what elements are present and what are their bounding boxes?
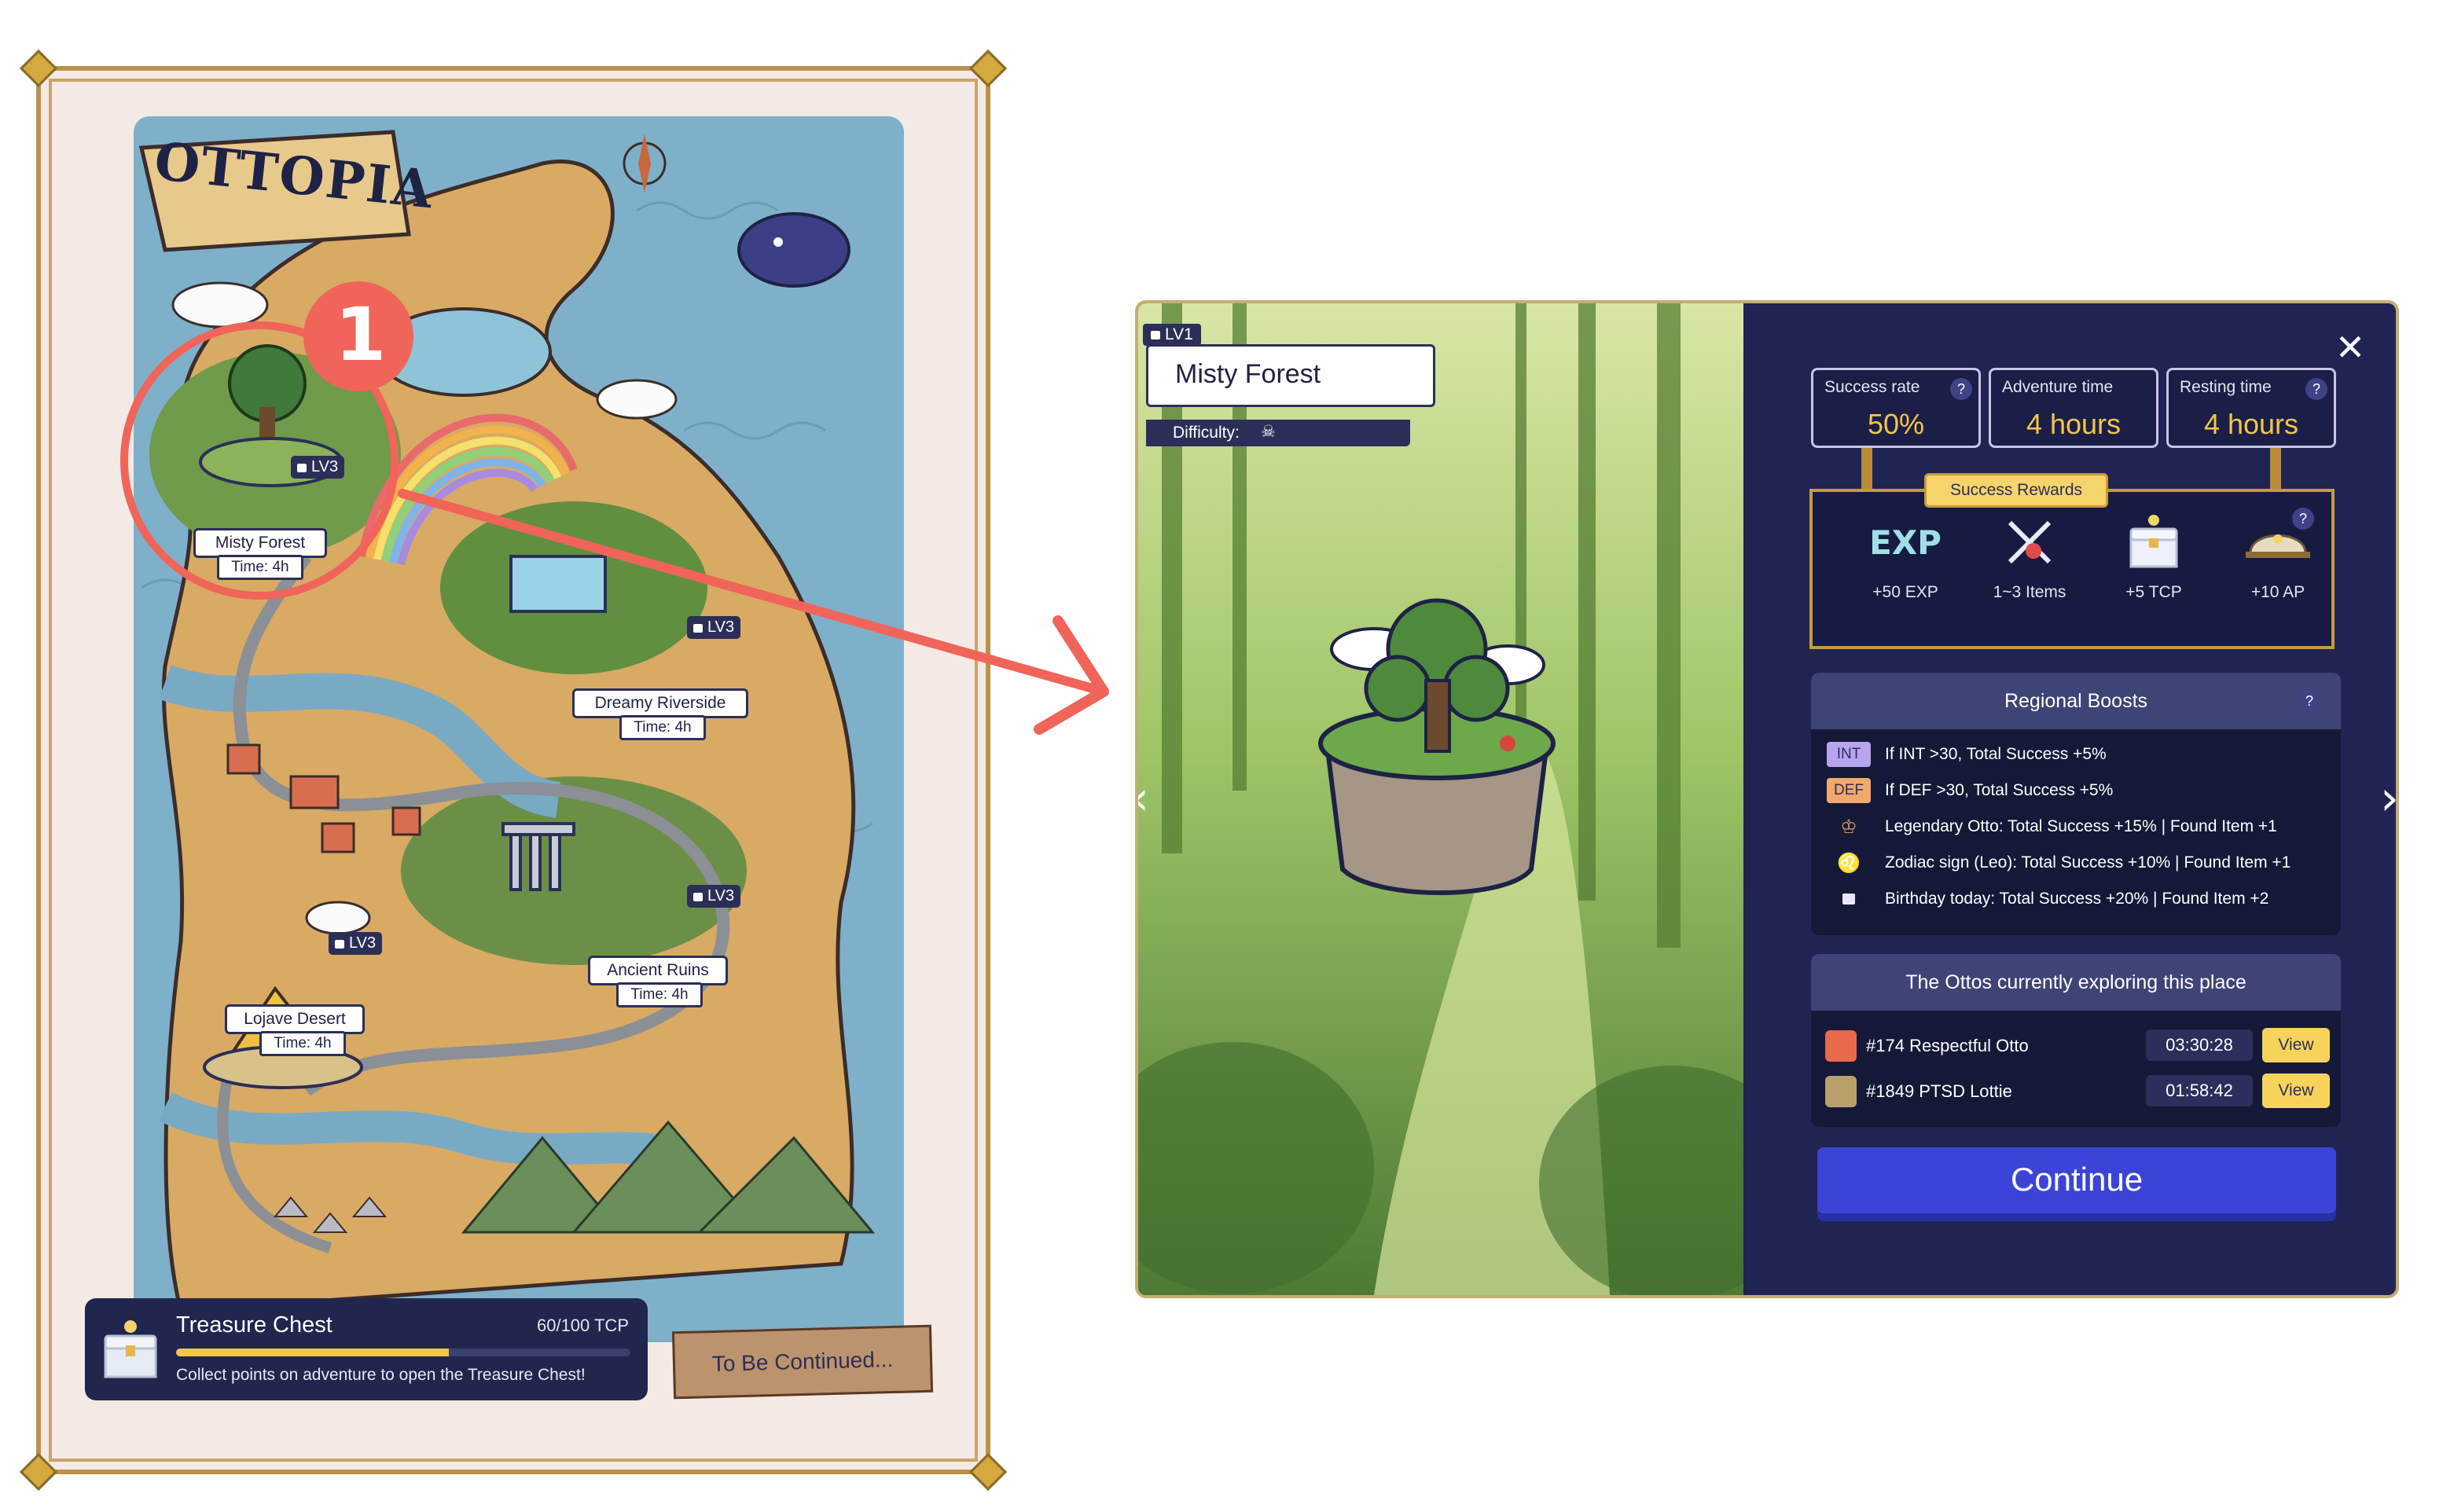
otto-timer: 01:58:42 xyxy=(2146,1075,2253,1106)
lock-icon xyxy=(1151,331,1160,339)
frame-corner-icon xyxy=(968,49,1008,88)
map-dreamy-riverside-level: LV3 xyxy=(687,616,741,639)
chest-icon xyxy=(2091,511,2217,574)
map-misty-forest-time: Time: 4h xyxy=(217,555,303,580)
help-icon[interactable]: ? xyxy=(1950,378,1972,400)
detail-level-badge: LV1 xyxy=(1143,324,1201,346)
treasure-title: Treasure Chest xyxy=(176,1312,332,1338)
stat-resting-time: Resting time ? 4 hours xyxy=(2166,368,2336,448)
close-button[interactable]: ✕ xyxy=(2335,329,2366,365)
reward-tcp: +5 TCP xyxy=(2091,511,2217,602)
regional-boosts-panel: Regional Boosts ? INT If INT >30, Total … xyxy=(1811,673,2341,935)
treasure-description: Collect points on adventure to open the … xyxy=(176,1366,586,1384)
stat-success-rate: Success rate ? 50% xyxy=(1811,368,1981,448)
reward-exp: EXP +50 EXP xyxy=(1842,511,1968,602)
boost-def: DEF If DEF >30, Total Success +5% xyxy=(1827,776,2113,805)
annotation-arrow-head xyxy=(1034,615,1109,735)
sword-icon xyxy=(1967,511,2092,574)
lock-icon xyxy=(693,893,703,901)
map-dreamy-riverside-time: Time: 4h xyxy=(619,715,706,740)
treasure-progress-fill xyxy=(176,1349,449,1356)
regional-boosts-title: Regional Boosts xyxy=(1811,673,2341,729)
int-tag: INT xyxy=(1827,742,1871,767)
treasure-chest-panel[interactable]: Treasure Chest 60/100 TCP Collect points… xyxy=(85,1298,648,1400)
prev-arrow-icon[interactable]: ‹ xyxy=(1138,775,1154,822)
skull-icon: ☠ xyxy=(1261,423,1276,441)
otto-row: #1849 PTSD Lottie 01:58:42 View xyxy=(1825,1072,2330,1111)
treasure-chest-icon xyxy=(104,1320,157,1378)
exp-icon: EXP xyxy=(1869,523,1942,562)
reward-items: 1~3 Items xyxy=(1967,511,2092,602)
success-rewards-tag: Success Rewards xyxy=(1924,473,2108,508)
map-location-lojave-desert[interactable]: Lojave Desert xyxy=(225,1004,365,1034)
difficulty-bar: Difficulty: ☠ xyxy=(1146,420,1410,446)
boost-birthday: Birthday today: Total Success +20% | Fou… xyxy=(1827,885,2268,913)
frame-corner-icon xyxy=(19,49,58,88)
ottos-exploring-title: The Ottos currently exploring this place xyxy=(1811,954,2341,1011)
otto-timer: 03:30:28 xyxy=(2146,1029,2253,1061)
reward-ap: +10 AP xyxy=(2215,511,2341,602)
boost-legendary: ♔ Legendary Otto: Total Success +15% | F… xyxy=(1827,813,2277,841)
map-location-ancient-ruins[interactable]: Ancient Ruins xyxy=(588,956,728,985)
detail-title-box: Misty Forest xyxy=(1146,344,1435,407)
boost-int: INT If INT >30, Total Success +5% xyxy=(1827,740,2107,769)
legendary-icon: ♔ xyxy=(1840,816,1857,838)
treasure-progress-bar xyxy=(176,1349,630,1356)
map-misty-forest-level: LV3 xyxy=(291,456,345,479)
def-tag: DEF xyxy=(1827,778,1871,803)
forest-scene-illustration xyxy=(1138,303,1743,1295)
rope-connector xyxy=(1861,448,1872,490)
detail-title: Misty Forest xyxy=(1175,359,1321,389)
otto-view-button[interactable]: View xyxy=(2262,1028,2330,1062)
stat-adventure-time: Adventure time 4 hours xyxy=(1989,368,2158,448)
birthday-cake-icon xyxy=(1827,886,1871,912)
to-be-continued-sign: To Be Continued... xyxy=(671,1324,934,1400)
otto-avatar xyxy=(1825,1030,1857,1062)
world-map xyxy=(134,116,904,1342)
frame-corner-icon xyxy=(968,1452,1008,1492)
zodiac-leo-icon: ♌ xyxy=(1837,852,1861,874)
frame-corner-icon xyxy=(19,1452,58,1492)
lock-icon xyxy=(693,624,703,633)
helmet-icon xyxy=(2215,511,2341,574)
otto-row: #174 Respectful Otto 03:30:28 View xyxy=(1825,1026,2330,1066)
help-icon[interactable]: ? xyxy=(2305,378,2327,400)
map-location-dreamy-riverside[interactable]: Dreamy Riverside xyxy=(572,688,748,718)
map-lojave-desert-level: LV3 xyxy=(329,932,383,955)
map-ancient-ruins-time: Time: 4h xyxy=(616,982,703,1007)
rope-connector xyxy=(2270,448,2281,490)
map-location-misty-forest[interactable]: Misty Forest xyxy=(193,528,327,558)
lock-icon xyxy=(297,464,307,472)
help-icon[interactable]: ? xyxy=(2298,690,2320,712)
treasure-count: 60/100 TCP xyxy=(536,1316,629,1335)
lock-icon xyxy=(335,940,344,949)
continue-button[interactable]: Continue xyxy=(1817,1147,2336,1213)
difficulty-label: Difficulty: xyxy=(1173,424,1240,442)
next-arrow-icon[interactable]: › xyxy=(2380,775,2396,822)
ottos-exploring-panel: The Ottos currently exploring this place… xyxy=(1811,954,2341,1127)
annotation-number: 1 xyxy=(335,292,387,378)
map-ancient-ruins-level: LV3 xyxy=(687,885,741,908)
otto-view-button[interactable]: View xyxy=(2262,1073,2330,1108)
boost-zodiac: ♌ Zodiac sign (Leo): Total Success +10% … xyxy=(1827,849,2291,877)
location-detail-modal: LV1 Misty Forest Difficulty: ☠ ✕ ‹ › Suc… xyxy=(1135,300,2399,1298)
otto-avatar xyxy=(1825,1076,1857,1107)
map-lojave-desert-time: Time: 4h xyxy=(259,1031,346,1056)
